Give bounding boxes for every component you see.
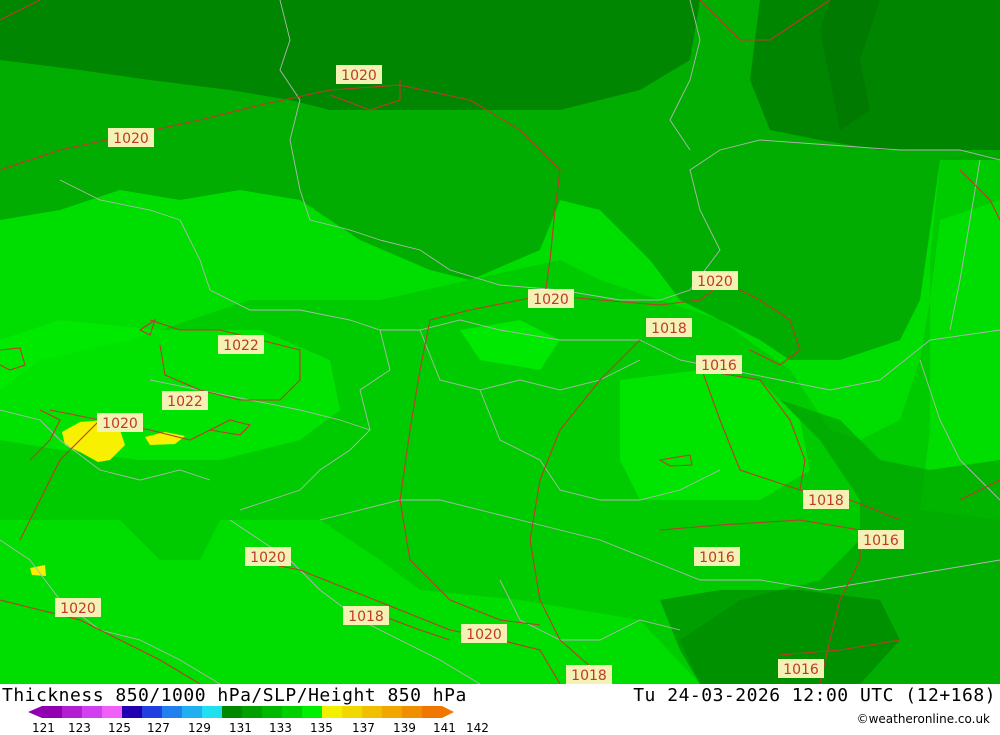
isobar-label-7: 1020 — [692, 271, 738, 290]
isobar-label-3: 1020 — [528, 289, 574, 308]
isobar-label-6: 1020 — [97, 413, 143, 432]
svg-text:1018: 1018 — [651, 321, 687, 337]
svg-text:1020: 1020 — [250, 550, 286, 566]
svg-text:1016: 1016 — [783, 662, 819, 678]
isobar-label-16: 1018 — [343, 606, 389, 625]
isobar-label-5: 1022 — [162, 391, 208, 410]
northeast-thickness-zone — [750, 0, 1000, 150]
svg-text:1022: 1022 — [167, 394, 203, 410]
colorbar-swatch — [282, 706, 302, 718]
colorbar-swatch — [62, 706, 82, 718]
isobar-label-1: 1020 — [336, 65, 382, 84]
isobar-label-11: 1018 — [803, 490, 849, 509]
colorbar-swatch — [122, 706, 142, 718]
colorbar-swatch — [422, 706, 442, 718]
svg-text:1018: 1018 — [348, 609, 384, 625]
colorbar-swatch — [402, 706, 422, 718]
isobar-label-13: 1016 — [694, 547, 740, 566]
colorbar-swatch — [342, 706, 362, 718]
isobar-label-15: 1020 — [461, 624, 507, 643]
colorbar-swatch — [322, 706, 342, 718]
svg-text:1020: 1020 — [697, 274, 733, 290]
colorbar-swatch — [142, 706, 162, 718]
colorbar-swatch — [182, 706, 202, 718]
svg-text:1020: 1020 — [341, 68, 377, 84]
colorbar-swatch — [382, 706, 402, 718]
svg-text:1018: 1018 — [571, 668, 607, 684]
colorbar-swatch — [202, 706, 222, 718]
colorbar-swatch — [82, 706, 102, 718]
colorbar-swatch — [42, 706, 62, 718]
colorbar-swatch — [262, 706, 282, 718]
map-canvas: 1020 1020 1020 1022 1022 1020 1020 1020 … — [0, 0, 1000, 684]
colorbar-arrow-left — [28, 706, 42, 718]
svg-text:1020: 1020 — [102, 416, 138, 432]
colorbar-swatch — [302, 706, 322, 718]
colorbar-legend — [28, 706, 454, 718]
svg-text:1020: 1020 — [466, 627, 502, 643]
isobar-label-10: 1016 — [696, 355, 742, 374]
svg-text:1020: 1020 — [113, 131, 149, 147]
isobar-label-18: 1018 — [566, 665, 612, 684]
colorbar-swatch — [362, 706, 382, 718]
colorbar-swatch — [102, 706, 122, 718]
svg-text:1016: 1016 — [701, 358, 737, 374]
svg-text:1016: 1016 — [863, 533, 899, 549]
svg-text:1020: 1020 — [533, 292, 569, 308]
svg-text:1016: 1016 — [699, 550, 735, 566]
svg-text:1020: 1020 — [60, 601, 96, 617]
isobar-label-12: 1016 — [858, 530, 904, 549]
isobar-label-4: 1022 — [218, 335, 264, 354]
colorbar-swatch — [162, 706, 182, 718]
map-title: Thickness 850/1000 hPa/SLP/Height 850 hP… — [2, 685, 467, 706]
isobar-label-2: 1020 — [108, 128, 154, 147]
isobar-label-8: 1020 — [245, 547, 291, 566]
credit-text: ©weatheronline.co.uk — [856, 712, 990, 726]
colorbar-arrow-right — [442, 706, 454, 718]
isobar-label-9: 1018 — [646, 318, 692, 337]
svg-text:1018: 1018 — [808, 493, 844, 509]
colorbar-swatch — [222, 706, 242, 718]
isobar-label-19: 1016 — [778, 659, 824, 678]
isobar-label-14: 1020 — [55, 598, 101, 617]
svg-text:1022: 1022 — [223, 338, 259, 354]
map-footer: Thickness 850/1000 hPa/SLP/Height 850 hP… — [0, 684, 1000, 735]
weather-map: 1020 1020 1020 1022 1022 1020 1020 1020 … — [0, 0, 1000, 684]
forecast-datetime: Tu 24-03-2026 12:00 UTC (12+168) — [633, 685, 996, 706]
colorbar-swatch — [242, 706, 262, 718]
